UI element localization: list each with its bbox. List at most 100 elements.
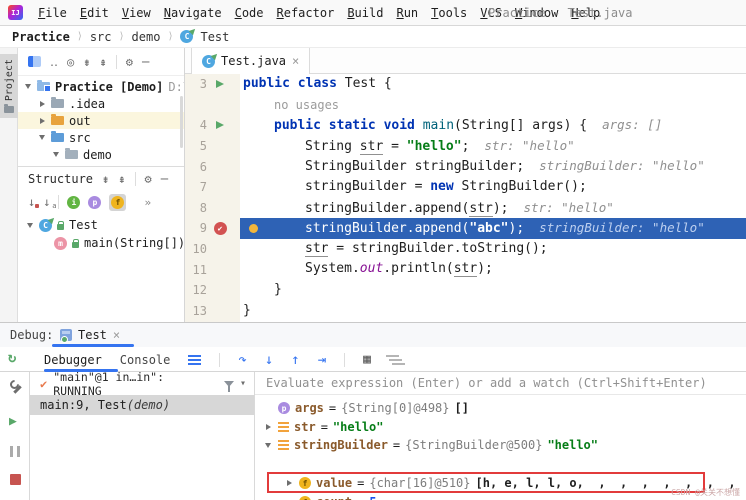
resume-icon[interactable]: ▶ [9, 414, 17, 429]
show-fields-toggle[interactable]: f [109, 194, 126, 211]
structure-row-method[interactable]: m main(String[]): vo [18, 234, 185, 252]
line-number[interactable]: 4 [185, 118, 207, 132]
chevron-down-icon[interactable] [27, 223, 33, 228]
structure-row-class[interactable]: C Test [18, 216, 185, 234]
chevron-down-icon[interactable] [25, 84, 31, 89]
close-icon[interactable]: × [113, 328, 120, 342]
gutter-row[interactable]: 8 [185, 198, 240, 219]
show-properties-icon[interactable]: p [88, 196, 101, 209]
menu-build[interactable]: Build [347, 6, 383, 20]
step-into-icon[interactable]: ↓ [265, 353, 273, 367]
gutter-row[interactable]: 3 [185, 74, 240, 95]
line-number[interactable]: 12 [185, 283, 207, 297]
settings-gear-icon[interactable]: ⚙ [145, 173, 152, 185]
filter-funnel-icon[interactable] [224, 381, 234, 387]
overflow-icon[interactable]: » [144, 196, 151, 209]
stop-icon[interactable] [10, 474, 21, 485]
close-icon[interactable]: × [292, 54, 299, 68]
thread-selector[interactable]: ✔ "main"@1 in…in": RUNNING ▾ [30, 372, 254, 395]
tree-row-out[interactable]: out [18, 112, 185, 129]
more-dots-icon[interactable]: ‥ [50, 56, 58, 68]
menu-file[interactable]: File [38, 6, 67, 20]
collapse-all-icon[interactable]: ⇞ [99, 56, 106, 68]
gutter-row[interactable]: 7 [185, 177, 240, 198]
gutter-row[interactable]: 13 [185, 301, 240, 322]
gutter-row[interactable]: 10 [185, 239, 240, 260]
breakpoint-icon[interactable]: ✔ [214, 222, 227, 235]
menu-run[interactable]: Run [396, 6, 418, 20]
run-class-icon[interactable] [216, 80, 224, 88]
chevron-right-icon[interactable] [40, 118, 45, 124]
view-options-icon[interactable] [389, 359, 402, 361]
line-number[interactable]: 7 [185, 180, 207, 194]
project-tool-window-tab[interactable]: Project [0, 54, 18, 118]
line-number[interactable]: 6 [185, 160, 207, 174]
pause-icon[interactable] [10, 446, 20, 457]
gutter-row[interactable]: 12 [185, 280, 240, 301]
menu-navigate[interactable]: Navigate [164, 6, 222, 20]
expand-all-icon[interactable]: ⇟ [83, 56, 90, 68]
stack-frame-row[interactable]: main:9, Test (demo) [30, 395, 254, 415]
evaluate-expression-icon[interactable]: ▦ [363, 352, 371, 367]
chevron-right-icon[interactable] [287, 480, 292, 486]
editor-tab-test-java[interactable]: C Test.java × [191, 48, 310, 74]
rerun-icon[interactable]: ↻ [8, 350, 16, 366]
show-inherited-icon[interactable]: i [67, 196, 80, 209]
tree-row-idea[interactable]: .idea [18, 95, 185, 112]
breadcrumb-src[interactable]: src [90, 30, 112, 44]
sort-alphabetically-icon[interactable]: ↓a [43, 195, 50, 209]
menu-view[interactable]: View [122, 6, 151, 20]
variable-row-args[interactable]: p args = {String[0]@498} [] [255, 399, 469, 417]
evaluate-expression-input[interactable]: Evaluate expression (Enter) or add a wat… [255, 372, 746, 395]
line-number[interactable]: 5 [185, 139, 207, 153]
chevron-right-icon[interactable] [266, 424, 271, 430]
hide-panel-icon[interactable]: ─ [142, 56, 149, 68]
gutter-row[interactable]: 11 [185, 259, 240, 280]
gutter-row[interactable] [185, 95, 240, 116]
editor-code-area[interactable]: public class Test { no usages public sta… [240, 74, 746, 322]
breadcrumb-project[interactable]: Practice [12, 30, 70, 44]
usages-hint[interactable]: no usages [274, 98, 339, 112]
collapse-all-icon[interactable]: ⇞ [118, 173, 125, 185]
chevron-down-icon[interactable] [39, 135, 45, 140]
gutter-row[interactable]: 5 [185, 136, 240, 157]
variable-row-stringbuilder[interactable]: stringBuilder = {StringBuilder@500} "hel… [255, 436, 598, 454]
line-number[interactable]: 3 [185, 77, 207, 91]
chevron-down-icon[interactable] [265, 443, 271, 448]
usages-hint-line[interactable]: no usages [240, 95, 746, 116]
menu-tools[interactable]: Tools [431, 6, 467, 20]
settings-gear-icon[interactable]: ⚙ [126, 56, 133, 68]
chevron-down-icon[interactable] [53, 152, 59, 157]
menu-refactor[interactable]: Refactor [277, 6, 335, 20]
gutter-row[interactable]: 6 [185, 156, 240, 177]
sort-by-visibility-icon[interactable]: ↓ [28, 195, 35, 209]
breadcrumb-package[interactable]: demo [132, 30, 161, 44]
step-over-icon[interactable]: ↷ [238, 353, 246, 367]
line-number[interactable]: 11 [185, 263, 207, 277]
hide-panel-icon[interactable]: ─ [161, 173, 168, 185]
menu-edit[interactable]: Edit [80, 6, 109, 20]
tree-row-demo[interactable]: demo [18, 146, 185, 163]
tree-row-project-root[interactable]: Practice [Demo] D:\我的 [18, 78, 185, 95]
run-method-icon[interactable] [216, 121, 224, 129]
menu-code[interactable]: Code [235, 6, 264, 20]
settings-wrench-icon[interactable] [9, 380, 23, 394]
tree-row-src[interactable]: src [18, 129, 185, 146]
intention-bulb-icon[interactable] [249, 224, 258, 233]
expand-all-icon[interactable]: ⇟ [102, 173, 109, 185]
project-view-icon[interactable] [28, 56, 41, 67]
chevron-right-icon[interactable] [40, 101, 45, 107]
gutter-row[interactable]: 9✔ [185, 218, 240, 239]
layout-menu-icon[interactable] [188, 359, 201, 361]
locate-file-icon[interactable]: ◎ [67, 56, 74, 68]
scrollbar-thumb[interactable] [180, 96, 183, 148]
dropdown-arrow-icon[interactable]: ▾ [240, 378, 246, 389]
line-number[interactable]: 9 [185, 221, 207, 235]
variable-row-str[interactable]: str = "hello" [255, 418, 384, 436]
line-number[interactable]: 13 [185, 304, 207, 318]
tab-console[interactable]: Console [120, 353, 171, 367]
step-out-icon[interactable]: ↑ [291, 353, 299, 367]
gutter-row[interactable]: 4 [185, 115, 240, 136]
run-to-cursor-icon[interactable]: ⇥ [318, 353, 326, 367]
tab-debugger[interactable]: Debugger [44, 353, 102, 367]
